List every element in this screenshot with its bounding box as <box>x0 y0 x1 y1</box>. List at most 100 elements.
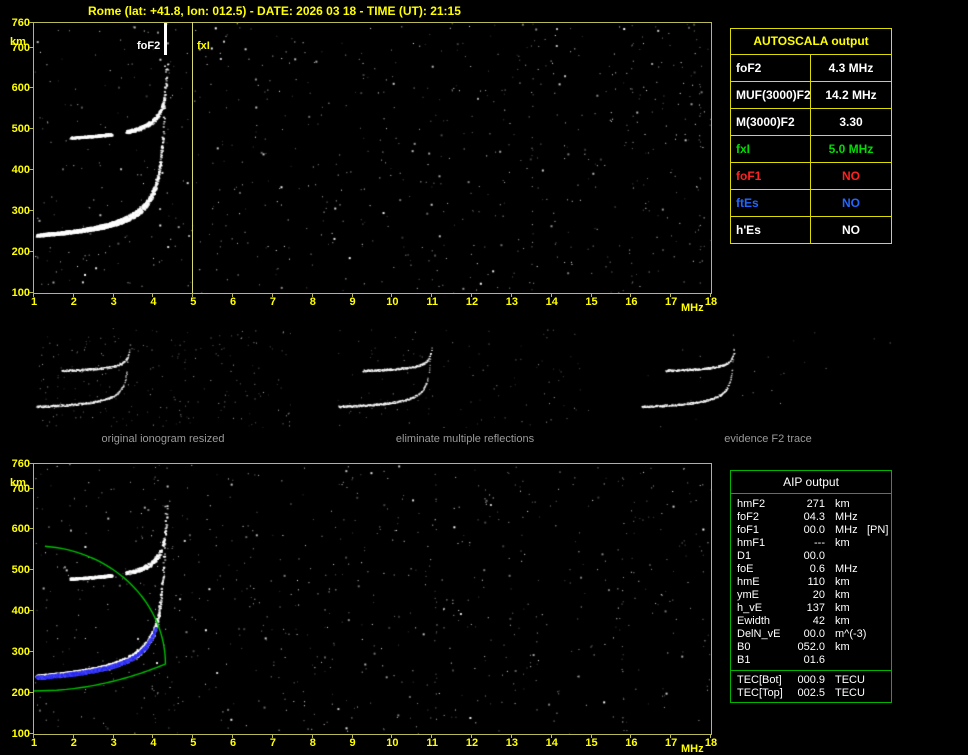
top-ionogram-canvas <box>34 23 711 293</box>
y-tick-label: 300 <box>4 646 30 658</box>
y-tick-label: 600 <box>4 523 30 535</box>
autoscala-row: fxI5.0 MHz <box>731 136 891 163</box>
x-tick-mark <box>272 735 273 738</box>
x-tick-mark <box>511 294 512 297</box>
x-tick-label: 17 <box>660 737 682 749</box>
aip-param-name: D1 <box>731 550 789 563</box>
x-tick-mark <box>591 735 592 738</box>
aip-row: hmE110km <box>731 576 891 589</box>
aip-param-note <box>867 654 891 667</box>
aip-param-value: 0.6 <box>789 563 825 576</box>
autoscala-param-value: NO <box>811 163 891 189</box>
aip-param-name: foE <box>731 563 789 576</box>
aip-param-note <box>867 615 891 628</box>
aip-param-unit: km <box>825 498 867 511</box>
autoscala-row: foF1NO <box>731 163 891 190</box>
aip-param-value: 20 <box>789 589 825 602</box>
x-tick-mark <box>312 735 313 738</box>
aip-param-unit: km <box>825 576 867 589</box>
x-tick-label: 16 <box>620 296 642 308</box>
x-tick-mark <box>272 294 273 297</box>
autoscala-param-label: foF2 <box>731 55 811 81</box>
aip-param-note <box>867 628 891 641</box>
x-tick-label: 16 <box>620 737 642 749</box>
aip-param-note <box>867 498 891 511</box>
aip-row: foF100.0MHz[PN] <box>731 524 891 537</box>
autoscala-row: foF24.3 MHz <box>731 55 891 82</box>
y-tick-mark <box>29 692 33 693</box>
y-tick-label: 300 <box>4 205 30 217</box>
thumbnail-reflections-canvas <box>337 328 593 428</box>
aip-param-name: TEC[Top] <box>731 687 789 700</box>
aip-param-name: DelN_vE <box>731 628 789 641</box>
x-tick-mark <box>471 735 472 738</box>
aip-param-note <box>867 674 891 687</box>
autoscala-row: MUF(3000)F214.2 MHz <box>731 82 891 109</box>
y-tick-label: 100 <box>4 728 30 740</box>
thumbnail-original-ionogram <box>35 328 291 428</box>
x-tick-label: 10 <box>381 296 403 308</box>
x-tick-mark <box>73 735 74 738</box>
x-tick-mark <box>152 294 153 297</box>
aip-param-name: hmE <box>731 576 789 589</box>
x-tick-label: 18 <box>700 296 722 308</box>
x-tick-mark <box>511 735 512 738</box>
x-tick-label: 6 <box>222 737 244 749</box>
x-tick-label: 7 <box>262 296 284 308</box>
thumbnail-f2-canvas <box>640 328 896 428</box>
autoscala-param-label: fxI <box>731 136 811 162</box>
y-tick-mark <box>29 733 33 734</box>
y-tick-mark <box>29 47 33 48</box>
aip-param-note: [PN] <box>867 524 891 537</box>
aip-param-value: --- <box>789 537 825 550</box>
thumbnail-multiple-reflections <box>337 328 593 428</box>
autoscala-param-label: h'Es <box>731 217 811 243</box>
aip-param-note <box>867 537 891 550</box>
x-tick-label: 18 <box>700 737 722 749</box>
fxI-marker-line <box>192 22 193 293</box>
y-tick-mark <box>29 463 33 464</box>
aip-param-note <box>867 550 891 563</box>
aip-param-unit: m^(-3) <box>825 628 867 641</box>
aip-row: B101.6 <box>731 654 891 667</box>
aip-param-name: h_vE <box>731 602 789 615</box>
x-tick-label: 13 <box>501 296 523 308</box>
x-tick-mark <box>551 294 552 297</box>
x-tick-label: 9 <box>342 296 364 308</box>
x-tick-mark <box>551 735 552 738</box>
aip-row: Ewidth42km <box>731 615 891 628</box>
x-tick-label: 17 <box>660 296 682 308</box>
foF2-annotation-label: foF2 <box>137 40 160 52</box>
y-tick-label: 200 <box>4 687 30 699</box>
aip-param-note <box>867 641 891 654</box>
autoscala-param-label: M(3000)F2 <box>731 109 811 135</box>
x-tick-label: 15 <box>581 737 603 749</box>
y-tick-mark <box>29 651 33 652</box>
y-tick-label: 760 <box>4 17 30 29</box>
aip-param-value: 052.0 <box>789 641 825 654</box>
x-tick-label: 9 <box>342 737 364 749</box>
thumbnail-caption-reflections: eliminate multiple reflections <box>337 433 593 445</box>
x-tick-label: 11 <box>421 737 443 749</box>
x-tick-label: 3 <box>103 737 125 749</box>
y-tick-label: 200 <box>4 246 30 258</box>
x-tick-mark <box>352 294 353 297</box>
autoscala-output-table: AUTOSCALA output foF24.3 MHzMUF(3000)F21… <box>730 28 892 244</box>
x-tick-mark <box>113 735 114 738</box>
x-tick-label: 14 <box>541 296 563 308</box>
y-tick-label: 100 <box>4 287 30 299</box>
aip-param-name: hmF2 <box>731 498 789 511</box>
aip-param-name: B1 <box>731 654 789 667</box>
x-tick-label: 4 <box>142 296 164 308</box>
aip-param-unit: km <box>825 537 867 550</box>
aip-row: foE0.6MHz <box>731 563 891 576</box>
aip-param-value: 00.0 <box>789 628 825 641</box>
aip-param-value: 00.0 <box>789 524 825 537</box>
autoscala-param-value: NO <box>811 217 891 243</box>
y-tick-mark <box>29 610 33 611</box>
autoscala-param-label: foF1 <box>731 163 811 189</box>
aip-param-unit <box>825 550 867 563</box>
x-tick-mark <box>312 294 313 297</box>
x-tick-label: 5 <box>182 296 204 308</box>
x-tick-mark <box>33 735 34 738</box>
